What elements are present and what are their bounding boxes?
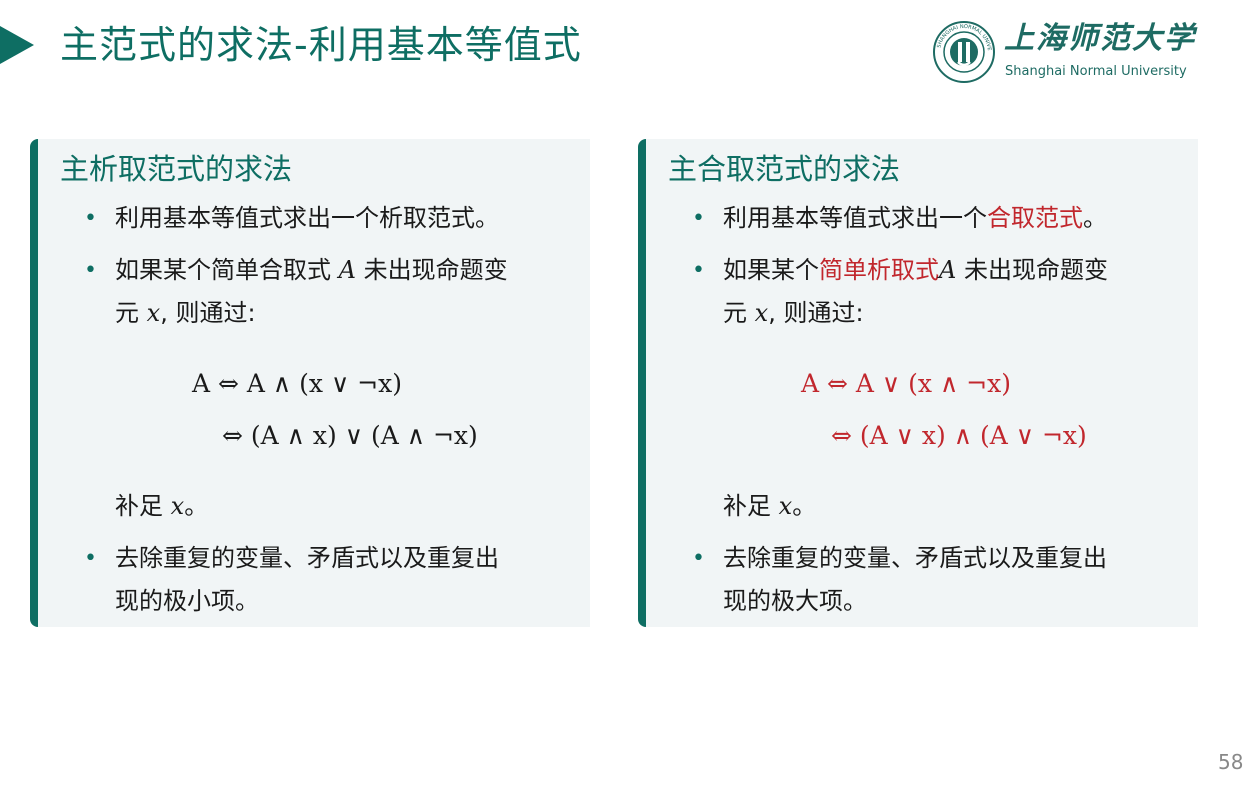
bullet-icon: • <box>84 206 97 231</box>
right-block: 主合取范式的求法 • 利用基本等值式求出一个合取范式。 • 如果某个简单析取式A… <box>638 139 1198 627</box>
left-bullet-1-text: 利用基本等值式求出一个析取范式。 <box>115 204 499 232</box>
right-bullet-3-text: 去除重复的变量、矛盾式以及重复出 现的极大项。 <box>723 544 1107 615</box>
left-bullet-3-text: 去除重复的变量、矛盾式以及重复出 现的极小项。 <box>115 544 499 615</box>
right-formula-2: ⇔ (A ∨ x) ∧ (A ∨ ¬x) <box>831 421 1087 450</box>
left-formula-2: ⇔ (A ∧ x) ∨ (A ∧ ¬x) <box>222 421 478 450</box>
page-title: 主范式的求法-利用基本等值式 <box>60 23 582 67</box>
bullet-icon: • <box>84 258 97 283</box>
left-block-title: 主析取范式的求法 <box>60 152 293 186</box>
right-block-title: 主合取范式的求法 <box>668 152 901 186</box>
logo-chinese-name: 上海师范大学 <box>1004 21 1196 56</box>
bullet-icon: • <box>84 546 97 571</box>
page-number: 58 <box>1218 750 1244 774</box>
triangle-arrow-icon <box>0 26 34 64</box>
left-bullet-2-text: 如果某个简单合取式 A 未出现命题变 元 x, 则通过: <box>115 256 508 327</box>
right-formula-1: A ⇔ A ∨ (x ∧ ¬x) <box>801 369 1011 398</box>
university-logo: SHANGHAI NORMAL UNIVERSITY 上海师范大学 Shangh… <box>932 18 1194 86</box>
left-formula-1: A ⇔ A ∧ (x ∨ ¬x) <box>192 369 402 398</box>
university-seal-icon: SHANGHAI NORMAL UNIVERSITY <box>932 20 995 83</box>
bullet-icon: • <box>692 258 705 283</box>
bullet-icon: • <box>692 546 705 571</box>
right-complete-line: 补足 x。 <box>723 492 817 520</box>
right-bullet-1-text: 利用基本等值式求出一个合取范式。 <box>723 204 1107 232</box>
right-bullet-2-text: 如果某个简单析取式A 未出现命题变 元 x, 则通过: <box>723 256 1108 327</box>
highlight-text: 合取范式 <box>987 204 1083 232</box>
left-complete-line: 补足 x。 <box>115 492 209 520</box>
highlight-text: 简单析取式 <box>819 256 939 284</box>
left-block: 主析取范式的求法 • 利用基本等值式求出一个析取范式。 • 如果某个简单合取式 … <box>30 139 590 627</box>
logo-english-name: Shanghai Normal University <box>1005 64 1187 79</box>
bullet-icon: • <box>692 206 705 231</box>
